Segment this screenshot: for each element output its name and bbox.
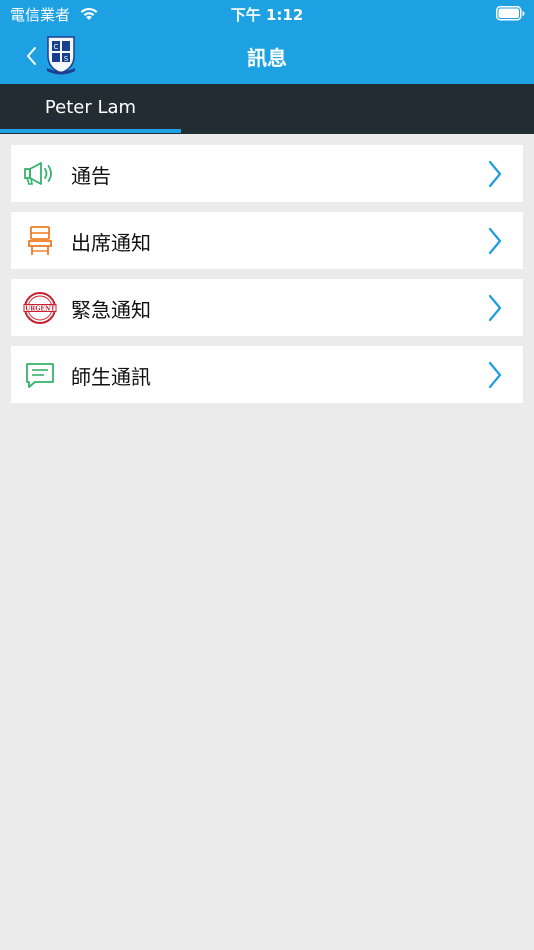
status-bar: 電信業者 下午 1:12 <box>0 0 534 28</box>
student-tab-strip: Peter Lam <box>0 84 534 134</box>
tab-selected-indicator <box>0 129 181 133</box>
menu-item-label: 出席通知 <box>71 231 151 255</box>
message-menu: 通告 出席通知 URGENT 緊急通知 師生通訊 <box>11 145 523 413</box>
page-title: 訊息 <box>247 46 287 70</box>
menu-item-attendance[interactable]: 出席通知 <box>11 212 523 269</box>
chair-icon <box>28 226 52 255</box>
battery-icon <box>496 6 525 21</box>
chevron-right-icon <box>488 361 502 389</box>
chevron-right-icon <box>488 294 502 322</box>
navigation-bar: C S 訊息 <box>0 28 534 84</box>
svg-text:URGENT: URGENT <box>25 305 55 312</box>
status-time: 下午 1:12 <box>230 6 304 24</box>
tab-peter-lam[interactable]: Peter Lam <box>0 84 181 134</box>
menu-item-label: 緊急通知 <box>71 298 151 322</box>
chat-bubble-icon <box>26 363 54 388</box>
chevron-right-icon <box>488 227 502 255</box>
chevron-right-icon <box>488 160 502 188</box>
menu-item-notices[interactable]: 通告 <box>11 145 523 202</box>
urgent-stamp-icon: URGENT <box>23 292 57 324</box>
menu-item-teacher-student[interactable]: 師生通訊 <box>11 346 523 403</box>
menu-item-label: 師生通訊 <box>71 365 151 389</box>
megaphone-icon <box>24 162 52 185</box>
menu-item-label: 通告 <box>71 164 111 188</box>
menu-item-urgent[interactable]: URGENT 緊急通知 <box>11 279 523 336</box>
